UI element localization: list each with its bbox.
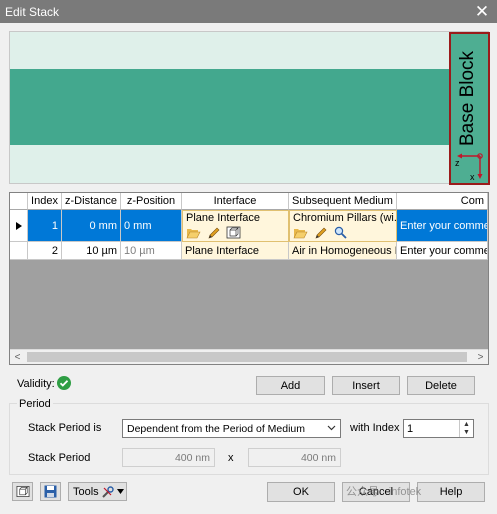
stack-period-y-field: 400 nm — [248, 448, 341, 467]
stack-period-x-field: 400 nm — [122, 448, 215, 467]
index-stepper-value[interactable]: 1 — [407, 423, 413, 435]
stack-period-select-value: Dependent from the Period of Medium — [127, 423, 306, 435]
cell-z-position: 0 mm — [121, 210, 182, 242]
add-button[interactable]: Add — [256, 376, 325, 395]
scroll-left-icon[interactable]: < — [10, 350, 25, 364]
column-header-index[interactable]: Index — [28, 193, 62, 210]
watermark: 公众号 · infotek — [346, 486, 422, 498]
cell-interface[interactable]: Plane Interface — [182, 242, 289, 260]
cell-z-distance[interactable]: 10 µm — [62, 242, 121, 260]
cell-subsequent-medium[interactable]: Chromium Pillars (wi... — [289, 210, 397, 242]
base-block: Base Block z x — [449, 32, 490, 185]
3d-view-icon[interactable] — [226, 226, 241, 239]
stack-preview: Base Block z x — [9, 31, 490, 185]
tools-label: Tools — [73, 485, 99, 498]
increment-icon[interactable]: ▲ — [460, 420, 473, 428]
chevron-down-icon — [116, 489, 124, 494]
chevron-down-icon[interactable] — [327, 422, 336, 437]
index-stepper[interactable]: 1 ▲ ▼ — [403, 419, 474, 438]
scroll-right-icon[interactable]: > — [473, 350, 488, 364]
axis-z-label: z — [455, 158, 460, 168]
tools-button[interactable]: Tools — [68, 482, 127, 501]
decrement-icon[interactable]: ▼ — [460, 428, 473, 436]
delete-button[interactable]: Delete — [407, 376, 475, 395]
validity-label: Validity: — [17, 378, 55, 390]
cell-interface[interactable]: Plane Interface — [182, 210, 289, 242]
row-selector[interactable] — [10, 242, 28, 260]
column-header-subsequent-medium[interactable]: Subsequent Medium — [289, 193, 397, 210]
axes-icon: z x — [455, 153, 483, 182]
cell-z-position: 10 µm — [121, 242, 182, 260]
period-group-label: Period — [17, 398, 53, 410]
save-icon — [44, 485, 57, 498]
row-selector-header — [10, 193, 28, 210]
horizontal-scrollbar[interactable]: < > — [10, 349, 488, 364]
check-circle-icon — [57, 376, 71, 390]
cell-subsequent-medium[interactable]: Air in Homogeneous M — [289, 242, 397, 260]
times-label: x — [228, 452, 234, 464]
help-button[interactable]: Help — [417, 482, 485, 502]
stack-period-is-label: Stack Period is — [28, 422, 102, 434]
axis-x-label: x — [470, 172, 475, 182]
interface-name: Plane Interface — [186, 212, 260, 224]
column-header-z-position[interactable]: z-Position — [121, 193, 182, 210]
insert-button[interactable]: Insert — [332, 376, 400, 395]
cell-z-distance[interactable]: 0 mm — [62, 210, 121, 242]
edit-pencil-icon[interactable] — [313, 226, 328, 239]
table-row[interactable]: 1 0 mm 0 mm Plane Interface Chromium Pil… — [10, 210, 488, 242]
cell-index[interactable]: 2 — [28, 242, 62, 260]
cell-index[interactable]: 1 — [28, 210, 62, 242]
medium-layer — [10, 69, 450, 145]
row-selector-icon[interactable] — [10, 210, 28, 242]
scrollbar-thumb[interactable] — [27, 352, 467, 362]
magnifier-icon[interactable] — [333, 226, 348, 239]
stack-period-label: Stack Period — [28, 452, 91, 464]
stack-table[interactable]: Index z-Distance z-Position Interface Su… — [9, 192, 489, 365]
open-folder-icon[interactable] — [293, 226, 308, 239]
column-header-comment[interactable]: Com — [397, 193, 488, 210]
table-row[interactable]: 2 10 µm 10 µm Plane Interface Air in Hom… — [10, 242, 488, 260]
window-title: Edit Stack — [5, 5, 60, 19]
save-button[interactable] — [40, 482, 61, 501]
ok-button[interactable]: OK — [267, 482, 335, 502]
3d-view-icon — [16, 485, 29, 498]
tools-icon — [101, 485, 114, 498]
close-icon[interactable]: ✕ — [467, 0, 497, 23]
open-folder-icon[interactable] — [186, 226, 201, 239]
edit-pencil-icon[interactable] — [206, 226, 221, 239]
medium-name: Chromium Pillars (wi... — [293, 212, 397, 224]
table-header: Index z-Distance z-Position Interface Su… — [10, 193, 488, 210]
3d-view-button[interactable] — [12, 482, 33, 501]
stack-period-select[interactable]: Dependent from the Period of Medium — [122, 419, 341, 438]
cell-comment[interactable]: Enter your comment — [397, 210, 488, 242]
cell-comment[interactable]: Enter your comment — [397, 242, 488, 260]
base-block-label: Base Block — [457, 50, 478, 146]
title-bar: Edit Stack ✕ — [0, 0, 497, 23]
column-header-z-distance[interactable]: z-Distance — [62, 193, 121, 210]
column-header-interface[interactable]: Interface — [182, 193, 289, 210]
with-index-label: with Index — [350, 422, 400, 434]
